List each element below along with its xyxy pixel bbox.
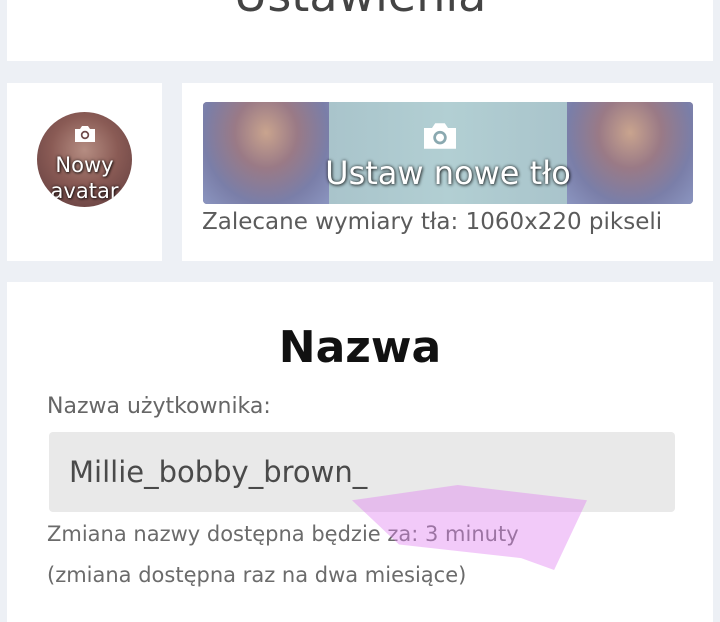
username-label: Nazwa użytkownika: [47, 394, 271, 419]
background-upload-label: Ustaw nowe tło [325, 154, 571, 192]
name-section-card: Nazwa Nazwa użytkownika: Zmiana nazwy do… [7, 282, 713, 622]
avatar-card: Nowy avatar [7, 83, 162, 261]
avatar-label: Nowy avatar [37, 152, 132, 204]
avatar-label-line2: avatar [50, 179, 119, 203]
background-card: Ustaw nowe tło Zalecane wymiary tła: 106… [182, 83, 713, 261]
camera-icon [420, 120, 460, 156]
settings-header-card: Ustawienia [7, 0, 713, 61]
background-upload-button[interactable]: Ustaw nowe tło [203, 102, 693, 204]
name-change-note: (zmiana dostępna raz na dwa miesiące) [47, 563, 467, 587]
avatar-upload-button[interactable]: Nowy avatar [37, 112, 132, 207]
section-title: Nazwa [278, 322, 442, 373]
background-size-hint: Zalecane wymiary tła: 1060x220 pikseli [202, 209, 663, 235]
page-title: Ustawienia [7, 0, 713, 22]
avatar-label-line1: Nowy [55, 153, 114, 177]
camera-icon [73, 124, 97, 148]
